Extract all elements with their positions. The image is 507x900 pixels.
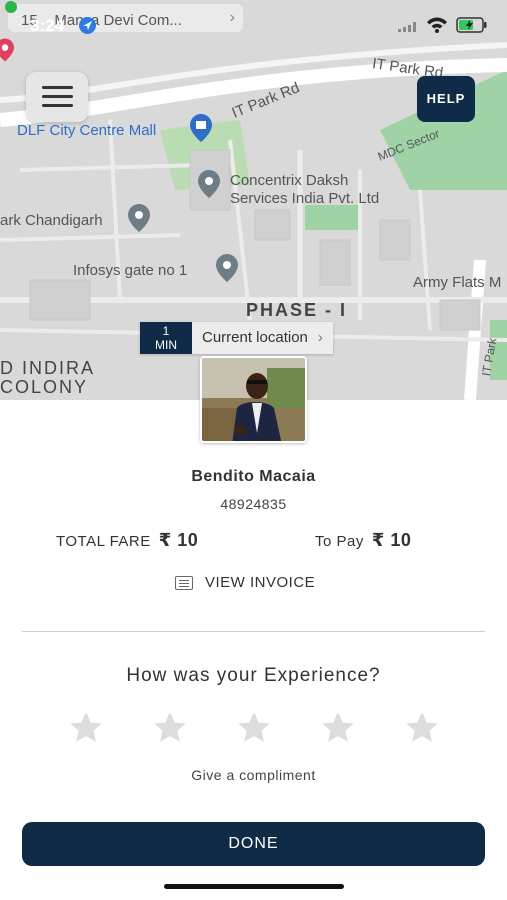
place-label: Infosys gate no 1 [73, 262, 188, 279]
star-icon[interactable] [236, 710, 272, 746]
rating-question: How was your Experience? [126, 665, 381, 686]
place-label: DLF City Centre Mall [17, 122, 157, 139]
menu-button[interactable] [26, 72, 88, 122]
to-pay: To Pay ₹ 10 [315, 530, 411, 551]
help-button[interactable]: HELP [417, 76, 475, 122]
eta-badge: 1 MIN [140, 322, 192, 354]
area-label: PHASE - I [246, 300, 348, 320]
location-pin-icon[interactable] [216, 254, 238, 282]
view-invoice-label: VIEW INVOICE [205, 574, 316, 591]
divider [22, 631, 485, 632]
place-label: Concentrix Daksh [230, 172, 349, 189]
place-label: Services India Pvt. Ltd [230, 190, 380, 207]
signal-icon [398, 22, 416, 32]
star-icon[interactable] [320, 710, 356, 746]
home-indicator[interactable] [164, 884, 344, 889]
chevron-right-icon: › [317, 329, 323, 346]
status-time: 3:24 [30, 16, 65, 35]
eta-value: 1 [162, 324, 170, 338]
star-icon[interactable] [152, 710, 188, 746]
chevron-right-icon: › [229, 9, 235, 26]
star-icon[interactable] [404, 710, 440, 746]
place-label: ark Chandigarh [0, 212, 103, 229]
area-label: COLONY [0, 377, 89, 397]
total-fare-value: ₹ 10 [158, 530, 199, 550]
invoice-icon [175, 575, 193, 590]
check-icon [5, 1, 17, 13]
driver-id: 48924835 [220, 496, 287, 512]
star-icon[interactable] [68, 710, 104, 746]
area-label: D INDIRA [0, 358, 96, 378]
give-compliment-link[interactable]: Give a compliment [0, 767, 507, 783]
current-location-chip[interactable]: 1 MIN Current location › [140, 322, 333, 354]
to-pay-value: ₹ 10 [371, 530, 412, 550]
location-pin-icon[interactable] [128, 204, 150, 232]
wifi-icon [427, 17, 447, 33]
driver-avatar [200, 356, 307, 443]
place-label: Army Flats M [413, 274, 502, 291]
total-fare-label: TOTAL FARE [56, 533, 151, 550]
location-arrow-icon [79, 17, 96, 34]
view-invoice-button[interactable]: VIEW INVOICE [175, 574, 315, 591]
done-button[interactable]: DONE [22, 822, 485, 866]
driver-name: Bendito Macaia [191, 468, 316, 485]
to-pay-label: To Pay [315, 533, 364, 550]
current-location-label: Current location [202, 329, 308, 346]
hamburger-icon [42, 86, 73, 89]
notification-text: Mansa Devi Com... [54, 12, 182, 29]
location-pin-icon[interactable] [198, 170, 220, 198]
shopping-pin-icon[interactable] [190, 114, 212, 142]
battery-icon [456, 17, 487, 33]
eta-unit: MIN [155, 338, 177, 352]
total-fare: TOTAL FARE ₹ 10 [56, 530, 198, 551]
status-bar: 15 Mansa Devi Com... › 3:24 [0, 0, 507, 44]
